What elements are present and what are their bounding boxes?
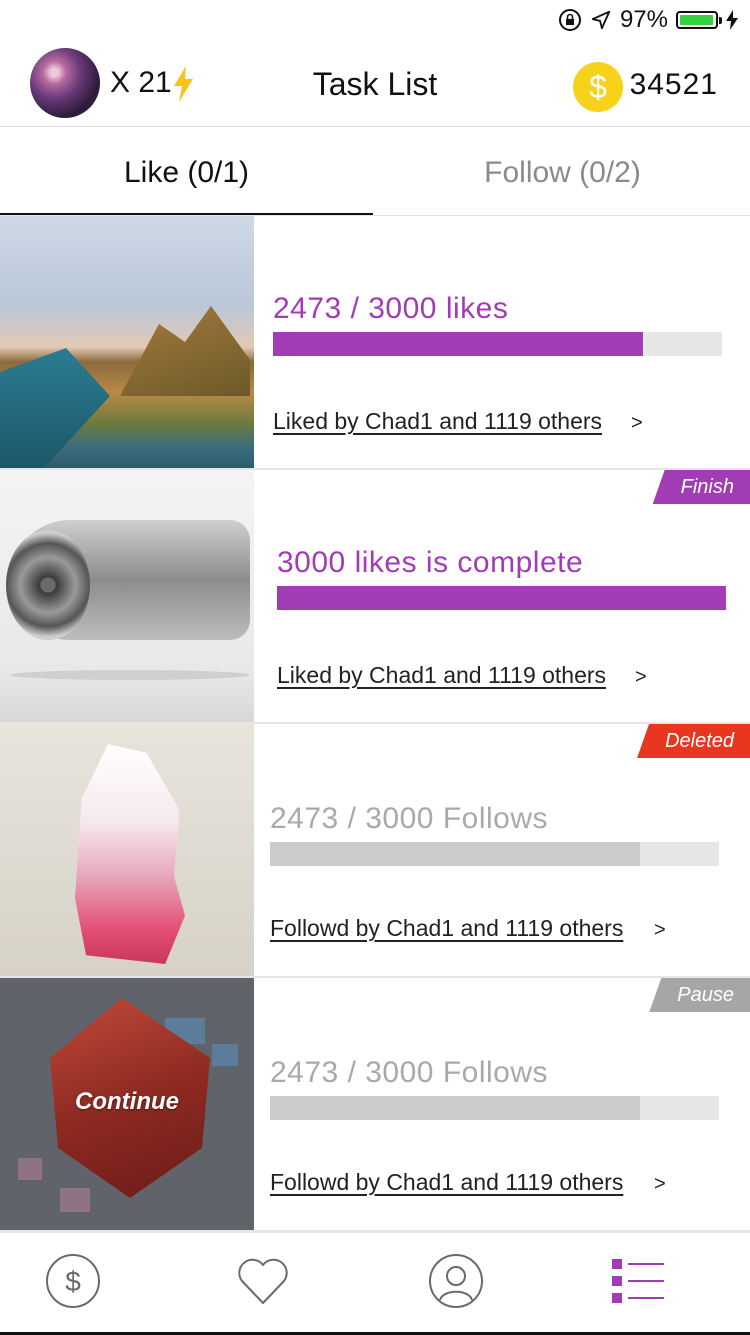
chevron-right-icon[interactable]: >: [631, 412, 643, 435]
battery-fill: [680, 15, 713, 25]
task-progress-text: 2473 / 3000 likes: [273, 292, 509, 325]
header: X 21 Task List $ 34521: [0, 40, 750, 127]
task-progress-fill: [270, 842, 641, 866]
dollar-circle-icon[interactable]: $: [45, 1253, 101, 1309]
task-progress-bar: [270, 842, 719, 866]
coin-balance: 34521: [629, 68, 718, 101]
task-item[interactable]: 2473 / 3000 likes Liked by Chad1 and 111…: [0, 216, 750, 470]
task-progress-fill: [270, 1096, 641, 1120]
task-liked-by-link[interactable]: Liked by Chad1 and 1119 others: [277, 662, 606, 689]
task-followed-by-link[interactable]: Followd by Chad1 and 1119 others: [270, 915, 623, 942]
task-thumbnail: [0, 724, 254, 976]
task-progress-fill: [277, 586, 726, 610]
tab-like[interactable]: Like (0/1): [0, 127, 373, 215]
status-badge: Deleted: [637, 724, 750, 758]
tab-follow[interactable]: Follow (0/2): [375, 127, 750, 215]
task-progress-bar: [270, 1096, 719, 1120]
task-progress-text: 2473 / 3000 Follows: [270, 802, 549, 835]
task-followed-by-link[interactable]: Followd by Chad1 and 1119 others: [270, 1169, 623, 1196]
orientation-lock-icon: [558, 9, 581, 31]
svg-text:$: $: [65, 1266, 81, 1297]
chevron-right-icon[interactable]: >: [654, 1173, 666, 1196]
continue-overlay[interactable]: Continue: [0, 1088, 254, 1116]
task-list-icon[interactable]: [610, 1253, 666, 1309]
task-progress-text: 3000 likes is complete: [277, 546, 584, 579]
task-progress-fill: [273, 332, 644, 356]
task-item[interactable]: Deleted 2473 / 3000 Follows Followd by C…: [0, 724, 750, 978]
status-bar: 97%: [0, 0, 750, 40]
status-badge: Finish: [652, 470, 750, 504]
location-arrow-icon: [591, 10, 611, 30]
bottom-nav: $: [0, 1232, 750, 1335]
charging-bolt-icon: [726, 10, 738, 30]
battery-percent: 97%: [619, 6, 668, 33]
task-progress-bar: [273, 332, 722, 356]
battery-icon: [676, 11, 722, 29]
chevron-right-icon[interactable]: >: [654, 919, 666, 942]
coin-icon: $: [573, 62, 623, 112]
chevron-right-icon[interactable]: >: [635, 666, 647, 689]
task-thumbnail: [0, 216, 254, 468]
tab-bar: Like (0/1) Follow (0/2): [0, 127, 750, 216]
heart-icon[interactable]: [235, 1253, 291, 1309]
profile-circle-icon[interactable]: [428, 1253, 484, 1309]
task-progress-bar: [277, 586, 726, 610]
task-thumbnail: Continue: [0, 978, 254, 1230]
task-item[interactable]: Continue Pause 2473 / 3000 Follows Follo…: [0, 978, 750, 1232]
task-item[interactable]: Finish 3000 likes is complete Liked by C…: [0, 470, 750, 724]
task-liked-by-link[interactable]: Liked by Chad1 and 1119 others: [273, 408, 602, 435]
task-progress-text: 2473 / 3000 Follows: [270, 1056, 549, 1089]
task-thumbnail: [0, 470, 254, 722]
status-badge: Pause: [649, 978, 750, 1012]
